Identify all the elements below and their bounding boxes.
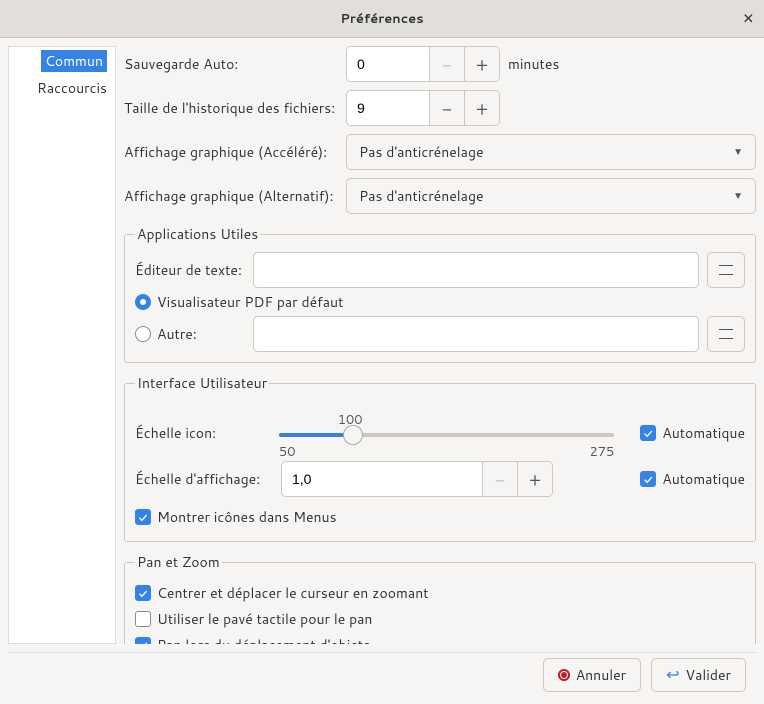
cancel-icon (558, 669, 570, 681)
row-center: Centrer et déplacer le curseur en zooman… (135, 580, 745, 606)
row-history: Taille de l'historique des fichiers: − + (124, 90, 756, 126)
row-autosave: Sauvegarde Auto: − + minutes (124, 46, 756, 82)
row-pdf-other: Autre: (135, 316, 745, 352)
sidebar: Commun Raccourcis (8, 46, 116, 644)
chevron-down-icon: ▼ (733, 145, 743, 159)
main-area: Commun Raccourcis Sauvegarde Auto: − + m… (0, 38, 764, 652)
checkbox-icon (135, 509, 151, 525)
canvasscale-input[interactable] (282, 462, 482, 496)
autosave-unit: minutes (508, 54, 559, 74)
accel-label: Affichage graphique (Accéléré): (124, 142, 338, 162)
row-accel: Affichage graphique (Accéléré): Pas d'an… (124, 134, 756, 170)
touchpad-check[interactable]: Utiliser le pavé tactile pour le pan (135, 609, 372, 629)
menuicons-check[interactable]: Montrer icônes dans Menus (135, 507, 337, 527)
content: Sauvegarde Auto: − + minutes Taille de l… (124, 46, 756, 644)
row-iconscale: Échelle icon: 100 50 275 Automatique (135, 401, 745, 461)
canvasscale-label: Échelle d'affichage: (135, 469, 273, 489)
folder-icon (719, 265, 733, 275)
checkbox-icon (135, 611, 151, 627)
iconscale-auto-check[interactable]: Automatique (640, 423, 745, 461)
canvasscale-minus-button[interactable]: − (482, 462, 517, 496)
pdf-other-radio[interactable]: Autre: (135, 324, 245, 344)
sidebar-tab-common[interactable]: Commun (9, 47, 115, 75)
canvasscale-spinner: − + (281, 461, 553, 497)
slider-range: 50 275 (279, 443, 614, 461)
autosave-label: Sauvegarde Auto: (124, 54, 338, 74)
row-fallback: Affichage graphique (Alternatif): Pas d'… (124, 178, 756, 214)
apps-fieldset: Applications Utiles Éditeur de texte: Vi… (124, 224, 756, 363)
row-panmove: Pan lors du déplacement d'objets (135, 632, 745, 644)
radio-icon (135, 294, 151, 310)
pdf-other-input[interactable] (253, 316, 699, 352)
history-minus-button[interactable]: − (429, 91, 464, 125)
slider-fill (279, 433, 353, 437)
history-input[interactable] (347, 91, 429, 125)
canvasscale-plus-button[interactable]: + (517, 462, 552, 496)
window-title: Préférences (340, 10, 423, 28)
dialog-footer: Annuler ↩ Valider (8, 652, 756, 696)
checkbox-icon (640, 425, 656, 441)
folder-icon (719, 329, 733, 339)
pdf-browse-button[interactable] (707, 316, 745, 352)
sidebar-tab-shortcuts[interactable]: Raccourcis (9, 75, 115, 101)
fallback-combo[interactable]: Pas d'anticrénelage ▼ (346, 178, 756, 214)
row-menuicons: Montrer icônes dans Menus (135, 503, 745, 531)
slider-thumb[interactable] (343, 425, 363, 445)
row-canvasscale: Échelle d'affichage: − + Automatique (135, 461, 745, 497)
history-label: Taille de l'historique des fichiers: (124, 98, 338, 118)
titlebar: Préférences × (0, 0, 764, 38)
history-plus-button[interactable]: + (464, 91, 499, 125)
row-pdf-default: Visualisateur PDF par défaut (135, 288, 745, 316)
apply-icon: ↩ (666, 667, 679, 683)
ui-fieldset: Interface Utilisateur Échelle icon: 100 … (124, 373, 756, 542)
iconscale-slider[interactable]: 100 50 275 (273, 413, 620, 461)
autosave-spinner: − + (346, 46, 500, 82)
pdf-default-radio[interactable]: Visualisateur PDF par défaut (135, 292, 343, 312)
iconscale-label: Échelle icon: (135, 423, 265, 461)
radio-icon (135, 326, 151, 342)
row-editor: Éditeur de texte: (135, 252, 745, 288)
fallback-value: Pas d'anticrénelage (359, 186, 484, 206)
checkbox-icon (135, 585, 151, 601)
accel-combo[interactable]: Pas d'anticrénelage ▼ (346, 134, 756, 170)
checkbox-icon (135, 637, 151, 644)
panzoom-legend: Pan et Zoom (135, 552, 222, 572)
row-touchpad: Utiliser le pavé tactile pour le pan (135, 606, 745, 632)
panzoom-fieldset: Pan et Zoom Centrer et déplacer le curse… (124, 552, 756, 644)
center-check[interactable]: Centrer et déplacer le curseur en zooman… (135, 583, 429, 603)
editor-label: Éditeur de texte: (135, 260, 245, 280)
slider-track (279, 433, 614, 437)
editor-browse-button[interactable] (707, 252, 745, 288)
accel-value: Pas d'anticrénelage (359, 142, 484, 162)
checkbox-icon (640, 471, 656, 487)
autosave-minus-button[interactable]: − (429, 47, 464, 81)
apps-legend: Applications Utiles (135, 224, 260, 244)
cancel-button[interactable]: Annuler (543, 658, 641, 692)
editor-input[interactable] (253, 252, 699, 288)
chevron-down-icon: ▼ (733, 189, 743, 203)
fallback-label: Affichage graphique (Alternatif): (124, 186, 338, 206)
autosave-plus-button[interactable]: + (464, 47, 499, 81)
autosave-input[interactable] (347, 47, 429, 81)
panmove-check[interactable]: Pan lors du déplacement d'objets (135, 635, 370, 644)
close-icon[interactable]: × (743, 8, 754, 26)
history-spinner: − + (346, 90, 500, 126)
ui-legend: Interface Utilisateur (135, 373, 269, 393)
canvasscale-auto-check[interactable]: Automatique (640, 469, 745, 489)
ok-button[interactable]: ↩ Valider (651, 658, 746, 692)
